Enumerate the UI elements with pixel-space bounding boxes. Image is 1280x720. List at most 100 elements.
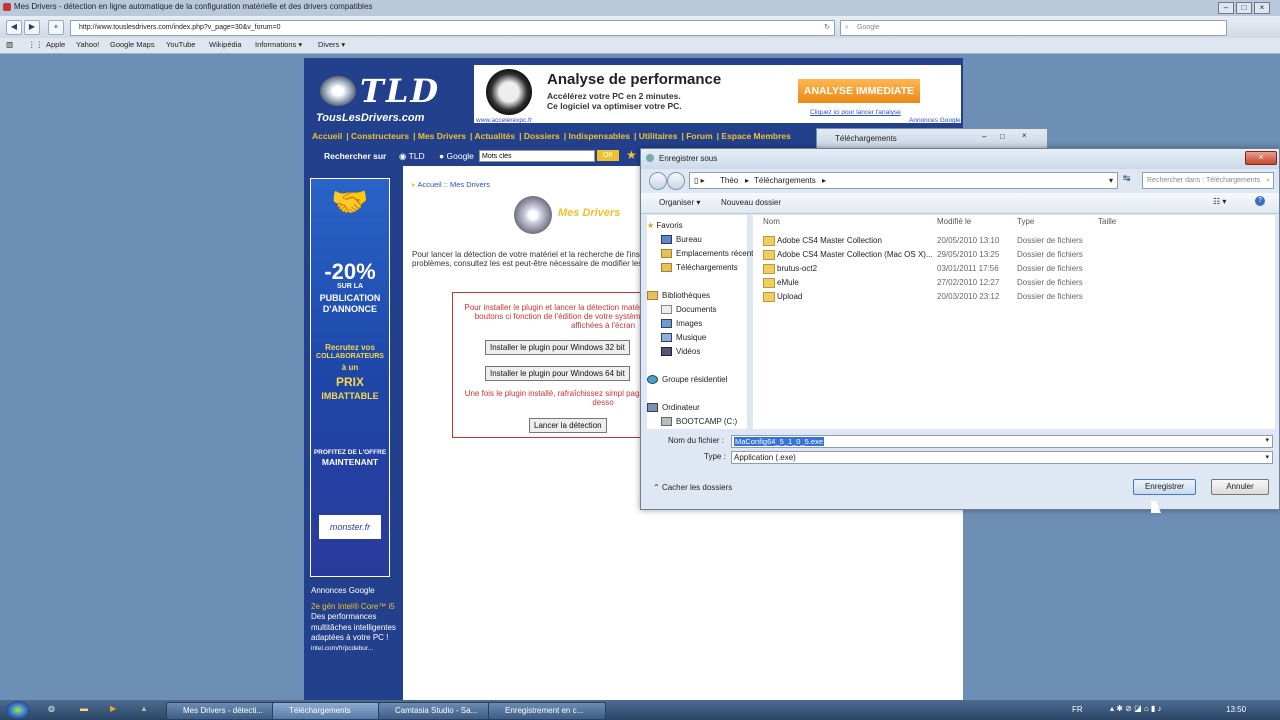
bookmark-divers[interactable]: Divers ▾ (318, 38, 345, 52)
radio-tld[interactable]: ◉ TLD (399, 151, 425, 162)
taskbar-item-recording[interactable]: Enregistrement en c... (488, 702, 606, 720)
banner-link[interactable]: Cliquez ici pour lancer l'analyse (810, 109, 901, 116)
maximize-icon[interactable]: □ (1236, 2, 1252, 14)
taskbar-item-downloads[interactable]: Téléchargements (272, 702, 390, 720)
back-arrow-icon[interactable]: ◀ (6, 20, 22, 35)
minimize-icon[interactable]: – (1218, 2, 1234, 14)
star-icon[interactable]: ★ (626, 148, 637, 162)
ads-title[interactable]: 2e gén Intel® Core™ i5 (311, 602, 397, 613)
start-button[interactable] (6, 701, 30, 719)
banner-sponsor[interactable]: www.accelerexpc.fr (476, 117, 532, 124)
ads-url[interactable]: intel.com/fr/pcdebur... (311, 644, 397, 655)
col-name[interactable]: Nom (763, 217, 780, 226)
site-search-input[interactable] (479, 150, 595, 162)
site-logo[interactable]: TLD TousLesDrivers.com (316, 72, 461, 126)
bookmark-youtube[interactable]: YouTube (166, 38, 195, 52)
type-select[interactable]: Application (.exe) ▾ (731, 451, 1273, 464)
file-row[interactable]: Adobe CS4 Master Collection (Mac OS X)..… (753, 248, 1173, 261)
menu-mes-drivers[interactable]: Mes Drivers (418, 131, 466, 141)
col-date[interactable]: Modifié le (937, 217, 971, 226)
menu-utilitaires[interactable]: Utilitaires (639, 131, 678, 141)
breadcrumb[interactable]: ▸ Accueil :: Mes Drivers (412, 180, 490, 189)
menu-forum[interactable]: Forum (686, 131, 712, 141)
menu-indispensables[interactable]: Indispensables (569, 131, 630, 141)
chevron-down-icon[interactable]: ▾ (1265, 452, 1269, 463)
install-32bit-button[interactable]: Installer le plugin pour Windows 32 bit (485, 340, 630, 355)
nav-downloads[interactable]: Téléchargements (661, 263, 738, 273)
file-row[interactable]: brutus-oct2 03/01/2011 17:56 Dossier de fi… (753, 262, 1173, 275)
nav-bootcamp[interactable]: BOOTCAMP (C:) (661, 417, 737, 427)
explorer-icon[interactable]: ▬ (80, 704, 88, 713)
file-row[interactable]: Upload 20/03/2010 23:12 Dossier de fichier… (753, 290, 1173, 303)
taskbar-item-browser[interactable]: Mes Drivers - détecti... (166, 702, 284, 720)
tray-icons[interactable]: ▴ ✱ ⊘ ◪ ⌂ ▮ ♪ (1110, 704, 1162, 713)
nav-groupe[interactable]: Groupe résidentiel (647, 375, 727, 385)
chevron-down-icon[interactable]: ▾ (1265, 436, 1269, 444)
radio-google[interactable]: ● Google (439, 151, 474, 161)
dialog-path-bar[interactable]: ▯ ▸ Théo ▸ Téléchargements ▸ ▾ (689, 172, 1118, 189)
banner-ads-label[interactable]: Annonces Google (909, 117, 961, 124)
path-segment-theo[interactable]: Théo (720, 173, 738, 188)
bookmark-apple[interactable]: Apple (46, 38, 65, 52)
close-icon[interactable]: × (1254, 2, 1270, 14)
nav-musique[interactable]: Musique (661, 333, 706, 343)
ad-banner[interactable]: Analyse de performance Accélérez votre P… (474, 65, 961, 124)
col-size[interactable]: Taille (1098, 217, 1116, 226)
refresh-icon[interactable]: ↹ (1123, 173, 1131, 184)
book-icon[interactable]: ▥ (6, 38, 13, 52)
bookmark-informations[interactable]: Informations ▾ (255, 38, 302, 52)
forward-icon[interactable] (667, 172, 685, 190)
site-search-ok-button[interactable]: OK (597, 150, 619, 161)
banner-cta-button[interactable]: ANALYSE IMMEDIATE (798, 79, 920, 103)
new-folder-button[interactable]: Nouveau dossier (721, 198, 781, 207)
cancel-button[interactable]: Annuler (1211, 479, 1269, 495)
save-button[interactable]: Enregistrer (1133, 479, 1196, 495)
path-segment-downloads[interactable]: Téléchargements (754, 173, 816, 188)
col-type[interactable]: Type (1017, 217, 1034, 226)
nav-bibliotheques[interactable]: Bibliothèques (647, 291, 710, 301)
media-icon[interactable]: ▶ (110, 704, 116, 713)
install-64bit-button[interactable]: Installer le plugin pour Windows 64 bit (485, 366, 630, 381)
nav-documents[interactable]: Documents (661, 305, 716, 315)
maximize-icon[interactable]: □ (1000, 132, 1005, 141)
menu-constructeurs[interactable]: Constructeurs (351, 131, 409, 141)
menu-dossiers[interactable]: Dossiers (524, 131, 560, 141)
close-icon[interactable]: × (1245, 151, 1277, 165)
close-icon[interactable]: × (1022, 131, 1027, 140)
ie-icon[interactable]: ◍ (48, 704, 55, 713)
file-row[interactable]: Adobe CS4 Master Collection 20/05/2010 13… (753, 234, 1173, 247)
minimize-icon[interactable]: – (982, 132, 986, 141)
clock[interactable]: 13:50 (1226, 705, 1246, 714)
menu-accueil[interactable]: Accueil (312, 131, 342, 141)
menu-espace-membres[interactable]: Espace Membres (721, 131, 790, 141)
address-bar[interactable]: http://www.touslesdrivers.com/index.php?… (70, 20, 835, 36)
nav-bureau[interactable]: Bureau (661, 235, 702, 245)
bookmark-yahoo[interactable]: Yahoo! (76, 38, 99, 52)
bookmark-google-maps[interactable]: Google Maps (110, 38, 155, 52)
bookmark-wikipedia[interactable]: Wikipédia (209, 38, 242, 52)
nav-videos[interactable]: Vidéos (661, 347, 700, 357)
nav-favoris[interactable]: ★ Favoris (647, 221, 683, 230)
language-indicator[interactable]: FR (1072, 705, 1083, 714)
new-tab-plus-icon[interactable]: + (48, 20, 64, 35)
promo-banner[interactable]: 🤝 -20% SUR LA PUBLICATION D'ANNONCE Recr… (310, 178, 390, 577)
chevron-down-icon[interactable]: ▾ (1109, 173, 1113, 188)
detect-button[interactable]: Lancer la détection (529, 418, 607, 433)
browser-search-field[interactable]: ⌕ Google (840, 20, 1227, 36)
back-icon[interactable] (649, 172, 667, 190)
file-row[interactable]: eMule 27/02/2010 12:27 Dossier de fichiers (753, 276, 1173, 289)
grid-icon[interactable]: ⋮⋮ (28, 38, 43, 52)
taskbar-item-camtasia[interactable]: Camtasia Studio - Sa... (378, 702, 496, 720)
app-icon[interactable]: ▲ (140, 704, 148, 713)
help-icon[interactable]: ? (1255, 196, 1265, 206)
nav-ordinateur[interactable]: Ordinateur (647, 403, 700, 413)
google-ads[interactable]: Annonces Google 2e gén Intel® Core™ i5 D… (311, 586, 397, 654)
hide-folders-toggle[interactable]: ⌃ Cacher les dossiers (653, 483, 732, 492)
dialog-search-input[interactable]: Rechercher dans : Téléchargements ⌕ (1142, 172, 1274, 189)
view-options-icon[interactable]: ☷ ▾ (1213, 197, 1226, 206)
nav-recent[interactable]: Emplacements récents (661, 249, 757, 259)
forward-arrow-icon[interactable]: ▶ (24, 20, 40, 35)
reload-icon[interactable]: ↻ (824, 21, 830, 35)
nav-images[interactable]: Images (661, 319, 702, 329)
organize-button[interactable]: Organiser ▾ (659, 198, 700, 207)
